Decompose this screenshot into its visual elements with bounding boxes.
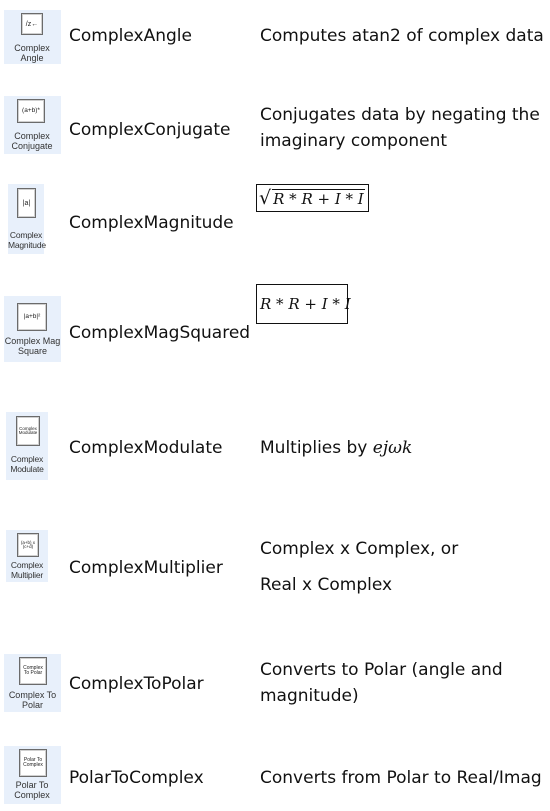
- block-description: Computes atan2 of complex data: [260, 26, 544, 46]
- block-name: ComplexMagSquared: [69, 323, 251, 343]
- complex-to-polar-icon-label: Complex To Polar: [8, 690, 57, 710]
- multiplier-icon: (a+b) x (c+d): [17, 533, 39, 557]
- complex-mag-squared-tile[interactable]: |a+b|² Complex Mag Square: [4, 296, 61, 362]
- block-name: ComplexToPolar: [69, 674, 204, 694]
- block-row-polar-to-complex: Polar To Complex Polar To Complex PolarT…: [0, 746, 550, 806]
- block-description: Converts to Polar (angle and magnitude): [260, 660, 503, 706]
- to-polar-icon: Complex To Polar: [19, 657, 47, 685]
- block-name: ComplexMagnitude: [69, 213, 234, 233]
- complex-modulate-icon-label: Complex Modulate: [10, 454, 44, 474]
- complex-multiplier-icon-label: Complex Multiplier: [10, 560, 44, 580]
- complex-mag-square-icon-label: Complex Mag Square: [4, 336, 61, 356]
- polar-to-complex-icon-label: Polar To Complex: [14, 780, 50, 800]
- complex-modulate-tile[interactable]: Complex Modulate Complex Modulate: [6, 412, 48, 480]
- complex-magnitude-tile[interactable]: |a| Complex Magnitude: [8, 184, 46, 254]
- block-row-complex-angle: /z← Complex Angle ComplexAngle Computes …: [0, 8, 550, 66]
- magnitude-formula-text: R * R + I * I: [272, 189, 365, 208]
- complex-angle-icon-label: Complex Angle: [14, 43, 50, 63]
- block-name: PolarToComplex: [69, 768, 204, 788]
- conjugate-icon: (a+b)*: [17, 99, 45, 123]
- polar-to-complex-tile[interactable]: Polar To Complex Polar To Complex: [4, 746, 61, 804]
- magnitude-icon: |a|: [17, 188, 36, 218]
- block-row-complex-to-polar: Complex To Polar Complex To Polar Comple…: [0, 654, 550, 714]
- block-row-complex-conjugate: (a+b)* Complex Conjugate ComplexConjugat…: [0, 96, 550, 158]
- block-name: ComplexConjugate: [69, 120, 231, 140]
- mag-squared-formula: R * R + I * I: [256, 284, 351, 324]
- polar-to-complex-icon: Polar To Complex: [19, 749, 47, 777]
- block-description: Conjugates data by negating the imaginar…: [260, 105, 540, 151]
- complex-multiplier-tile[interactable]: (a+b) x (c+d) Complex Multiplier: [6, 530, 48, 582]
- block-row-complex-multiplier: (a+b) x (c+d) Complex Multiplier Complex…: [0, 530, 550, 612]
- complex-angle-tile[interactable]: /z← Complex Angle: [4, 10, 61, 64]
- modulate-math: ejωk: [372, 438, 413, 458]
- complex-to-polar-tile[interactable]: Complex To Polar Complex To Polar: [4, 654, 61, 712]
- block-name: ComplexAngle: [69, 26, 192, 46]
- block-name: ComplexModulate: [69, 438, 223, 458]
- modulate-description-text: Multiplies by: [260, 438, 373, 458]
- block-row-complex-magnitude: |a| Complex Magnitude ComplexMagnitude √…: [0, 184, 550, 256]
- complex-conjugate-tile[interactable]: (a+b)* Complex Conjugate: [4, 96, 61, 154]
- sqrt-symbol: √: [259, 187, 272, 209]
- complex-conjugate-icon-label: Complex Conjugate: [11, 131, 53, 151]
- complex-magnitude-icon-label: Complex Magnitude: [8, 230, 46, 250]
- block-description: Converts from Polar to Real/Imag: [260, 768, 542, 788]
- magnitude-formula: √ R * R + I * I: [256, 184, 369, 212]
- block-row-complex-mag-squared: |a+b|² Complex Mag Square ComplexMagSqua…: [0, 284, 550, 364]
- block-row-complex-modulate: Complex Modulate Complex Modulate Comple…: [0, 412, 550, 482]
- angle-icon: /z←: [21, 13, 43, 35]
- block-description: Multiplies by ejωk: [260, 435, 545, 461]
- modulate-icon: Complex Modulate: [16, 416, 40, 446]
- block-description: Complex x Complex, or Real x Complex: [260, 539, 459, 595]
- block-name: ComplexMultiplier: [69, 558, 223, 578]
- mag-squared-formula-text: R * R + I * I: [260, 295, 351, 313]
- mag-squared-icon: |a+b|²: [17, 303, 47, 331]
